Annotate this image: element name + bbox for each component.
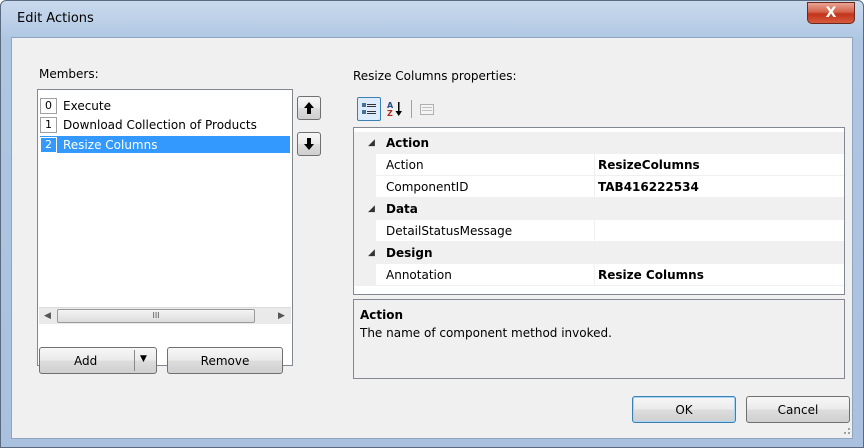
- row-gutter: [354, 264, 376, 286]
- property-pages-icon: [420, 104, 434, 115]
- window-title: Edit Actions: [17, 11, 94, 26]
- property-row-detailstatusmessage[interactable]: DetailStatusMessage: [354, 220, 844, 242]
- property-description-pane: Action The name of component method invo…: [353, 299, 845, 379]
- collapse-triangle-icon[interactable]: ◢: [368, 204, 375, 214]
- row-divider: [376, 285, 844, 286]
- category-name: Action: [386, 136, 430, 150]
- close-icon: X: [825, 5, 837, 21]
- property-name: DetailStatusMessage: [386, 224, 513, 238]
- scroll-right-icon[interactable]: ▶: [273, 308, 290, 324]
- property-value[interactable]: ResizeColumns: [598, 158, 700, 172]
- edit-actions-window: Edit Actions X Members: 0 Execute 1 Down…: [0, 0, 864, 448]
- property-pages-button[interactable]: [415, 97, 439, 121]
- list-item-download-collection[interactable]: 1 Download Collection of Products: [40, 116, 290, 133]
- cancel-button[interactable]: Cancel: [746, 396, 850, 423]
- scroll-left-icon[interactable]: ◀: [39, 308, 56, 324]
- horizontal-scrollbar[interactable]: ◀ III ▶: [39, 307, 291, 324]
- row-gutter: [354, 220, 376, 242]
- collapse-triangle-icon[interactable]: ◢: [368, 248, 375, 258]
- category-name: Data: [386, 202, 418, 216]
- collapse-triangle-icon[interactable]: ◢: [368, 138, 375, 148]
- list-item-resize-columns[interactable]: 2 Resize Columns: [40, 136, 290, 153]
- split-divider: [134, 350, 135, 371]
- arrow-down-icon: [304, 138, 314, 150]
- property-value[interactable]: Resize Columns: [598, 268, 704, 282]
- alphabetical-icon: A Z: [387, 101, 402, 118]
- property-value[interactable]: TAB416222534: [598, 180, 699, 194]
- row-gutter: [354, 176, 376, 198]
- ok-button-label: OK: [675, 402, 693, 417]
- property-row-annotation[interactable]: Annotation Resize Columns: [354, 264, 844, 286]
- ok-button[interactable]: OK: [632, 396, 736, 423]
- member-index: 2: [40, 136, 57, 153]
- category-name: Design: [386, 246, 433, 260]
- resize-grip-icon[interactable]: [839, 423, 851, 435]
- property-row-componentid[interactable]: ComponentID TAB416222534: [354, 176, 844, 198]
- column-separator: [594, 264, 595, 286]
- category-data[interactable]: ◢ Data: [354, 198, 844, 220]
- arrow-up-icon: [304, 102, 314, 114]
- add-button-label: Add: [74, 354, 98, 368]
- member-index: 1: [40, 116, 57, 133]
- remove-button[interactable]: Remove: [167, 347, 283, 374]
- properties-label: Resize Columns properties:: [353, 69, 517, 83]
- close-button[interactable]: X: [807, 2, 855, 24]
- category-action[interactable]: ◢ Action: [354, 132, 844, 154]
- categorized-button[interactable]: [357, 97, 381, 121]
- move-down-button[interactable]: [297, 132, 321, 156]
- move-up-button[interactable]: [297, 96, 321, 120]
- scrollbar-thumb[interactable]: III: [57, 309, 255, 323]
- svg-text:Z: Z: [387, 109, 393, 118]
- title-bar[interactable]: Edit Actions X: [1, 1, 863, 37]
- property-grid[interactable]: ◢ Action Action ResizeColumns ComponentI…: [353, 127, 845, 295]
- categorized-icon: [362, 103, 376, 114]
- member-label: Resize Columns: [63, 137, 158, 152]
- property-name: Annotation: [386, 268, 452, 282]
- column-separator: [594, 176, 595, 198]
- column-separator: [594, 154, 595, 176]
- toolbar-separator: [411, 100, 412, 118]
- remove-button-label: Remove: [200, 353, 250, 368]
- property-name: Action: [386, 158, 424, 172]
- description-title: Action: [360, 308, 404, 322]
- members-label: Members:: [39, 67, 99, 81]
- alphabetical-button[interactable]: A Z: [383, 97, 407, 121]
- dropdown-arrow-icon[interactable]: ▼: [140, 354, 147, 364]
- description-text: The name of component method invoked.: [360, 326, 612, 340]
- members-list[interactable]: 0 Execute 1 Download Collection of Produ…: [37, 89, 293, 366]
- property-row-action[interactable]: Action ResizeColumns: [354, 154, 844, 176]
- cancel-button-label: Cancel: [777, 402, 819, 417]
- property-name: ComponentID: [386, 180, 469, 194]
- member-index: 0: [40, 97, 57, 114]
- row-gutter: [354, 154, 376, 176]
- member-label: Execute: [63, 98, 111, 113]
- member-label: Download Collection of Products: [63, 117, 257, 132]
- column-separator: [594, 220, 595, 242]
- category-design[interactable]: ◢ Design: [354, 242, 844, 264]
- add-button[interactable]: Add ▼: [39, 347, 157, 374]
- list-item-execute[interactable]: 0 Execute: [40, 97, 290, 114]
